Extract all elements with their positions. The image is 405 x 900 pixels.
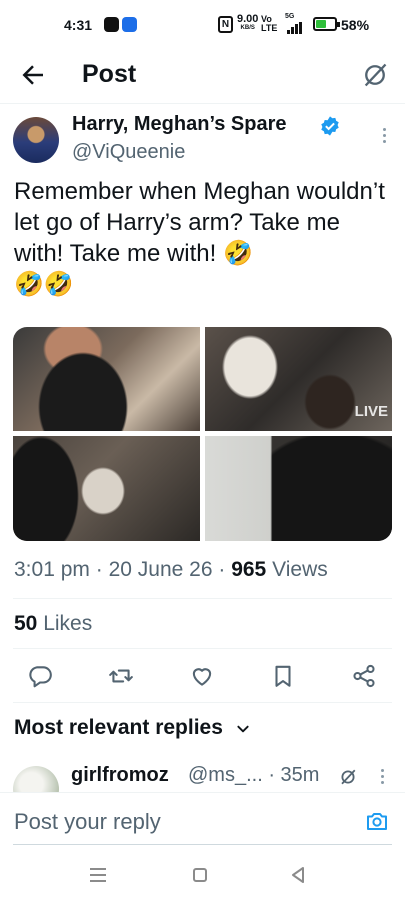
media-image-2[interactable]: LIVE [205,327,392,431]
system-navigation-bar [0,852,405,900]
views-count: 965 [231,558,267,581]
reply-input[interactable]: Post your reply [14,809,161,835]
grok-icon[interactable] [361,61,389,89]
battery-percent: 58% [341,17,370,33]
like-icon[interactable] [189,663,215,689]
verified-badge-icon [319,115,341,137]
battery-icon [313,17,340,31]
page-title: Post [82,60,137,88]
signal-icon [287,22,303,34]
reply-input-underline [13,844,392,845]
repost-icon[interactable] [108,663,134,689]
reply-composer: Post your reply [0,792,405,852]
author-name[interactable]: Harry, Meghan’s Spare [72,113,287,136]
media-image-3[interactable] [13,436,200,541]
arrow-left-icon[interactable] [18,60,48,90]
reply-author-name[interactable]: girlfromoz [71,764,169,787]
back-triangle-icon[interactable] [290,866,306,884]
reply-handle: @ms_... · 35m [188,764,319,787]
post-time: 3:01 pm [14,558,90,581]
volte-indicator: Vo LTE [261,15,277,33]
reply-item[interactable]: girlfromoz @ms_... · 35m [0,758,405,792]
divider [13,598,392,599]
chevron-down-icon[interactable] [236,722,250,736]
network-speed-unit: KB/S [240,25,255,31]
replies-sort-label[interactable]: Most relevant replies [14,716,223,740]
notification-icon [104,17,119,32]
author-handle[interactable]: @ViQueenie [72,141,185,164]
post-metadata: 3:01 pm · 20 June 26 · 965 Views [14,558,328,582]
reply-handle-text: @ms_... [188,764,263,786]
top-app-bar: Post [0,50,405,104]
author-avatar[interactable] [13,117,59,163]
status-time: 4:31 [64,17,93,33]
likes-stat[interactable]: 50 Likes [14,612,92,636]
media-image-1[interactable] [13,327,200,431]
post-date: 20 June 26 [108,558,213,581]
gallery-notification-icon [122,17,137,32]
home-icon[interactable] [193,868,207,882]
reply-icon[interactable] [27,663,53,689]
share-icon[interactable] [351,663,377,689]
camera-icon[interactable] [365,809,389,833]
recent-apps-icon[interactable] [90,868,106,882]
views-label: Views [272,558,328,581]
more-options-icon[interactable] [381,128,387,146]
separator: · [95,558,103,581]
nfc-icon: N [218,16,233,33]
likes-label: Likes [43,612,93,635]
post-text: Remember when Meghan wouldn’t let go of … [14,178,385,298]
media-image-4[interactable] [205,436,392,541]
bookmark-icon[interactable] [270,663,296,689]
volte-bottom: LTE [261,23,278,33]
media-grid: LIVE [13,327,392,541]
reply-avatar[interactable] [13,766,59,792]
divider [13,648,392,649]
network-speed: 9.00 KB/S [237,14,258,33]
status-bar: 4:31 N 9.00 KB/S Vo LTE 5G 58% [0,0,405,50]
grok-icon[interactable] [339,768,357,786]
network-type: 5G [285,13,295,20]
likes-count: 50 [14,612,38,635]
divider [13,702,392,703]
separator: · [218,558,226,581]
live-watermark: LIVE [354,403,388,420]
more-options-icon[interactable] [379,769,385,785]
reply-time: · 35m [268,764,320,786]
